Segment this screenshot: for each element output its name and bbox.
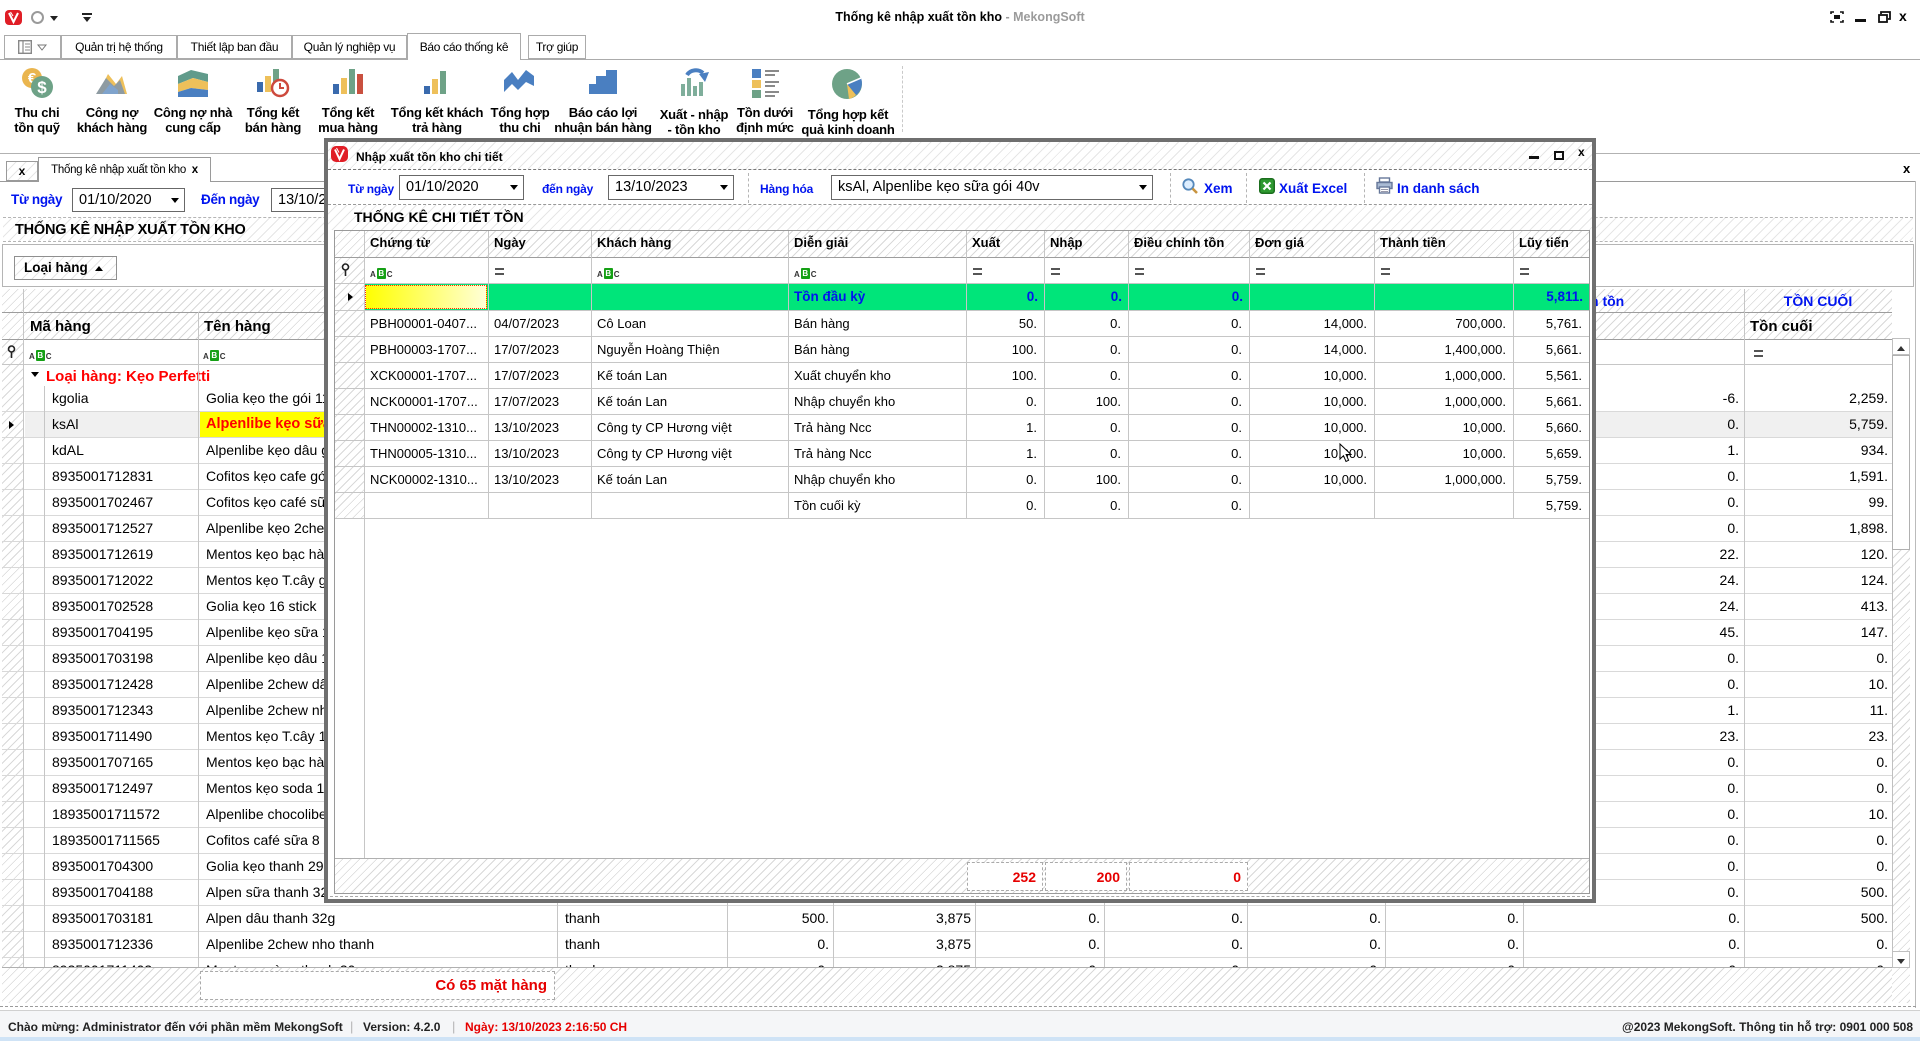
svg-text:$: $	[37, 78, 47, 97]
